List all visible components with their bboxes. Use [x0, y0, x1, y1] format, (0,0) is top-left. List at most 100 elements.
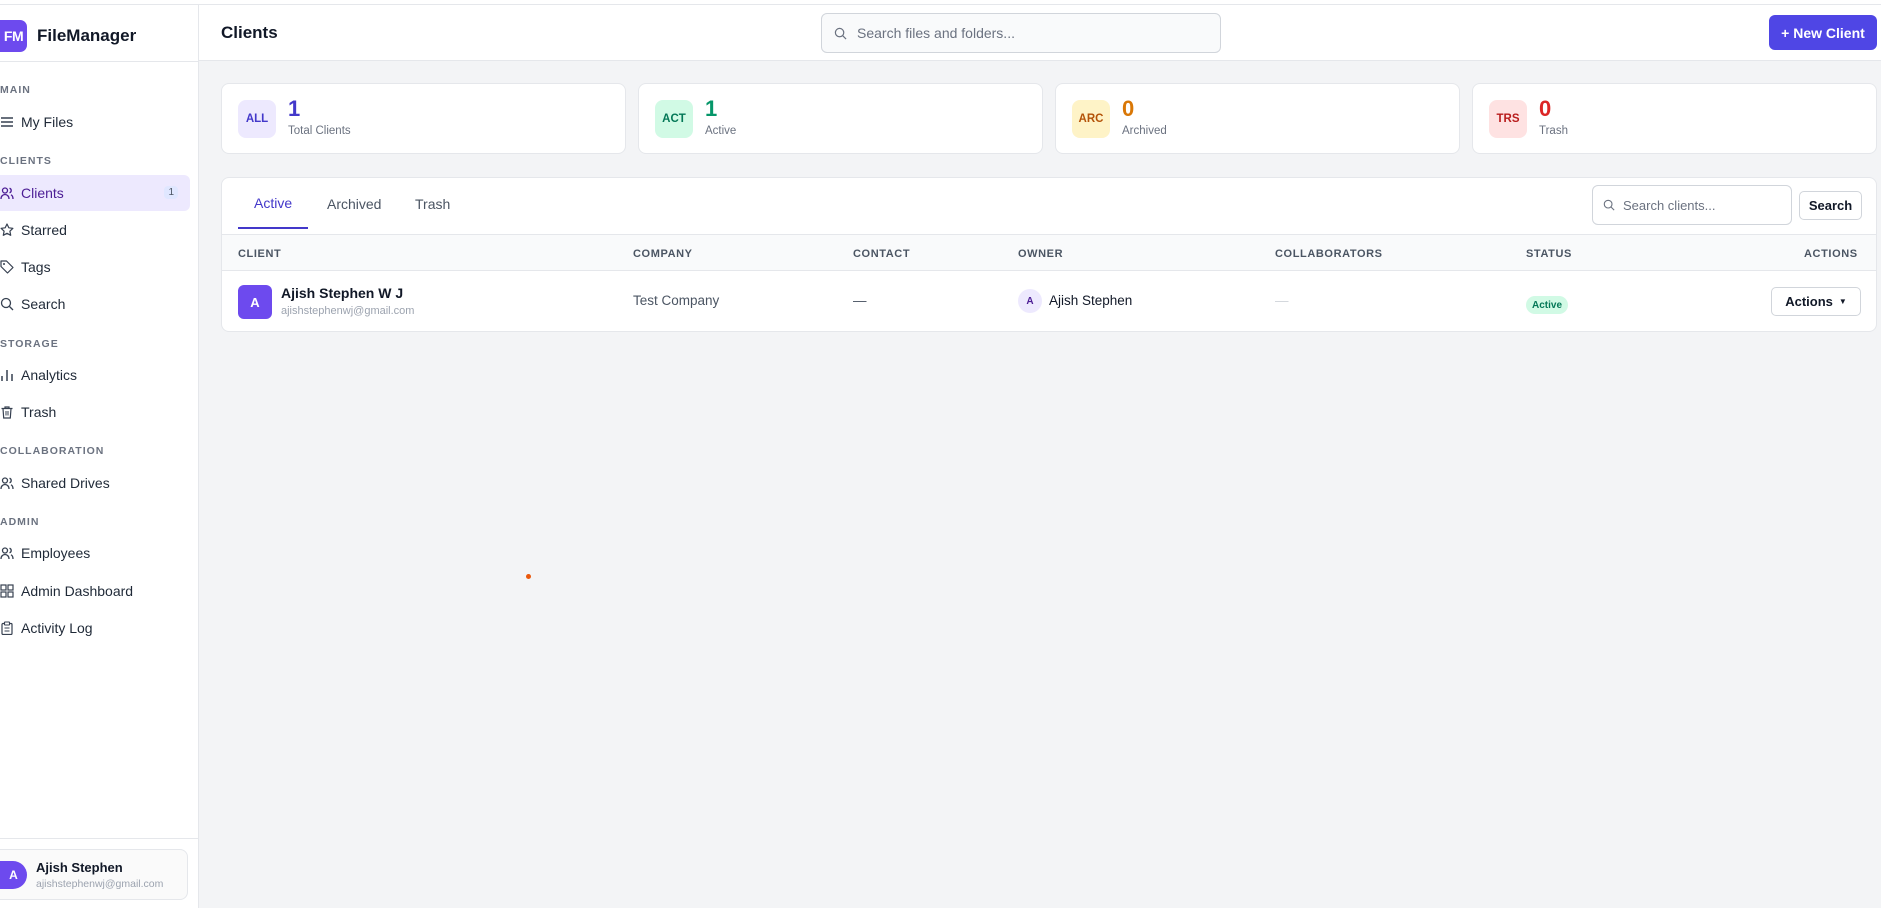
users-icon — [0, 186, 14, 200]
column-header-actions: ACTIONS — [1804, 248, 1858, 260]
stat-label: Archived — [1122, 125, 1167, 137]
cursor-indicator — [526, 574, 531, 579]
column-header-contact: CONTACT — [853, 248, 911, 260]
sidebar-divider — [0, 838, 199, 839]
stat-chip: ACT — [655, 100, 693, 138]
column-header-collaborators: COLLABORATORS — [1275, 248, 1383, 260]
stat-value: 0 — [1539, 96, 1552, 121]
sidebar-item-label: My Files — [21, 114, 74, 130]
sidebar-item-activity-log[interactable]: Activity Log — [0, 610, 190, 646]
stat-value: 1 — [705, 96, 718, 121]
section-label-clients: CLIENTS — [0, 155, 52, 167]
brand-logo: FM — [0, 20, 27, 52]
user-email: ajishstephenwj@gmail.com — [36, 877, 164, 890]
owner-avatar: A — [1018, 289, 1042, 313]
stat-label: Trash — [1539, 125, 1568, 137]
sidebar-item-search[interactable]: Search — [0, 286, 190, 322]
column-header-company: COMPANY — [633, 248, 693, 260]
stat-card-archived: ARC 0 Archived — [1055, 83, 1460, 154]
table-header: CLIENT COMPANY CONTACT OWNER COLLABORATO… — [222, 234, 1876, 271]
column-header-client: CLIENT — [238, 248, 282, 260]
owner-name: Ajish Stephen — [1049, 293, 1133, 308]
avatar: A — [0, 860, 27, 889]
sidebar-divider — [0, 61, 199, 62]
status-badge: Active — [1526, 296, 1569, 314]
client-avatar: A — [238, 285, 272, 319]
column-header-owner: OWNER — [1018, 248, 1064, 260]
sidebar-item-label: Tags — [21, 259, 51, 275]
sidebar-item-trash[interactable]: Trash — [0, 394, 190, 430]
table-row[interactable]: A Ajish Stephen W J ajishstephenwj@gmail… — [222, 271, 1876, 331]
users-icon — [0, 546, 14, 560]
column-header-status: STATUS — [1526, 248, 1572, 260]
count-badge: 1 — [164, 186, 178, 199]
user-name: Ajish Stephen — [36, 859, 123, 875]
search-icon — [1603, 199, 1615, 211]
sidebar-item-label: Employees — [21, 545, 91, 561]
stat-label: Active — [705, 125, 737, 137]
sidebar-item-label: Activity Log — [21, 620, 93, 636]
clients-panel: Active Archived Trash Search CLIENT COMP… — [221, 177, 1877, 332]
page-title: Clients — [221, 23, 278, 42]
sidebar-item-admin-dashboard[interactable]: Admin Dashboard — [0, 573, 190, 609]
brand[interactable]: FM FileManager — [0, 19, 136, 53]
client-name[interactable]: Ajish Stephen W J — [281, 285, 403, 301]
sidebar-item-label: Starred — [21, 222, 67, 238]
tab-archived[interactable]: Archived — [311, 178, 397, 229]
section-label-admin: ADMIN — [0, 516, 40, 528]
section-label-storage: STORAGE — [0, 338, 59, 350]
global-search[interactable] — [821, 13, 1221, 53]
caret-down-icon: ▼ — [1838, 297, 1847, 306]
sidebar-item-my-files[interactable]: My Files — [0, 104, 190, 140]
section-label-main: MAIN — [0, 84, 31, 96]
tag-icon — [0, 260, 14, 274]
stat-label: Total Clients — [288, 125, 351, 137]
sidebar-item-label: Clients — [21, 185, 64, 201]
stat-card-active: ACT 1 Active — [638, 83, 1043, 154]
grid-icon — [0, 584, 14, 598]
stat-card-trash: TRS 0 Trash — [1472, 83, 1877, 154]
tab-active[interactable]: Active — [238, 178, 309, 229]
client-contact: — — [853, 293, 867, 308]
client-collaborators: — — [1275, 293, 1289, 308]
sidebar-item-label: Trash — [21, 404, 57, 420]
stat-value: 0 — [1122, 96, 1135, 121]
stat-value: 1 — [288, 96, 301, 121]
sidebar-item-label: Admin Dashboard — [21, 583, 134, 599]
search-icon — [0, 297, 14, 311]
clipboard-icon — [0, 621, 14, 635]
new-client-button[interactable]: + New Client — [1769, 15, 1877, 50]
top-header: Clients + New Client — [199, 5, 1881, 61]
client-search[interactable] — [1592, 185, 1792, 225]
sidebar-item-shared-drives[interactable]: Shared Drives — [0, 465, 190, 501]
client-email: ajishstephenwj@gmail.com — [281, 305, 415, 317]
search-input[interactable] — [857, 25, 1220, 41]
sidebar-item-label: Search — [21, 296, 66, 312]
user-profile-card[interactable]: A Ajish Stephen ajishstephenwj@gmail.com — [0, 849, 188, 900]
stat-chip: ALL — [238, 100, 276, 138]
users-icon — [0, 476, 14, 490]
stat-chip: TRS — [1489, 100, 1527, 138]
search-button[interactable]: Search — [1799, 191, 1862, 220]
actions-dropdown-button[interactable]: Actions ▼ — [1771, 287, 1861, 316]
sidebar-item-analytics[interactable]: Analytics — [0, 357, 190, 393]
sidebar-item-label: Shared Drives — [21, 475, 110, 491]
star-icon — [0, 223, 14, 237]
sidebar: FM FileManager MAIN My Files CLIENTS Cli… — [0, 5, 199, 908]
search-icon — [834, 27, 847, 39]
sidebar-item-tags[interactable]: Tags — [0, 249, 190, 285]
bar-chart-icon — [0, 368, 14, 382]
brand-name: FileManager — [37, 26, 137, 45]
sidebar-item-label: Analytics — [21, 367, 78, 383]
menu-icon — [0, 115, 14, 129]
stat-card-total: ALL 1 Total Clients — [221, 83, 626, 154]
stat-chip: ARC — [1072, 100, 1110, 138]
section-label-collaboration: COLLABORATION — [0, 445, 105, 457]
trash-icon — [0, 405, 14, 419]
sidebar-item-clients[interactable]: Clients 1 — [0, 175, 190, 211]
tab-trash[interactable]: Trash — [399, 178, 466, 229]
sidebar-item-employees[interactable]: Employees — [0, 535, 190, 571]
client-company: Test Company — [633, 293, 720, 308]
client-search-input[interactable] — [1623, 197, 1791, 213]
sidebar-item-starred[interactable]: Starred — [0, 212, 190, 248]
